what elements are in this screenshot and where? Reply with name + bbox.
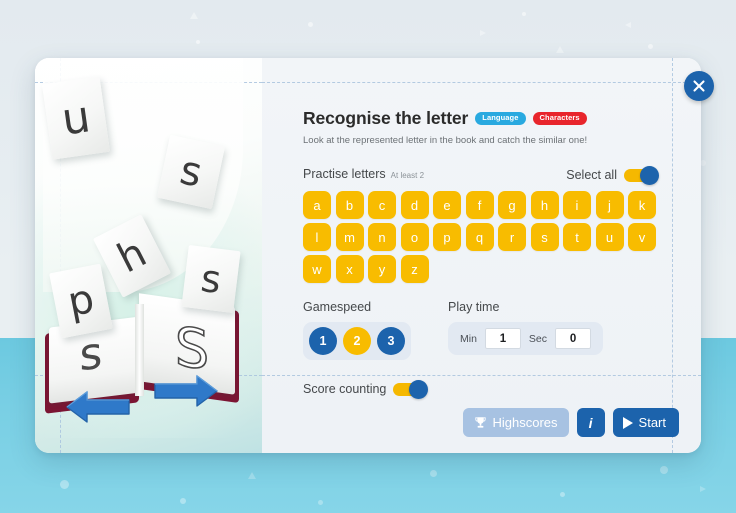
dialog-header: Recognise the letter Language Characters [303,108,685,129]
info-button[interactable]: i [577,408,605,437]
arrow-left-icon[interactable] [65,386,133,428]
panel-guide-line-top [262,82,701,83]
select-all-control[interactable]: Select all [566,168,657,182]
floating-letter-h: h [110,230,153,282]
letter-tile-q[interactable]: q [466,223,494,251]
select-all-toggle[interactable] [624,169,657,182]
start-label: Start [639,415,666,430]
speed-and-time-row: Gamespeed 123 Play time Min Sec [303,300,685,360]
dialog-footer: Highscores i Start [463,408,680,437]
letter-tile-i[interactable]: i [563,191,591,219]
letter-tile-u[interactable]: u [596,223,624,251]
settings-panel: Recognise the letter Language Characters… [262,58,701,453]
letter-tile-g[interactable]: g [498,191,526,219]
close-x-glyph [692,79,706,93]
letter-tile-z[interactable]: z [401,255,429,283]
play-icon [623,417,633,429]
letter-tile-r[interactable]: r [498,223,526,251]
illustration-panel: u s h s S [35,58,262,453]
minutes-label: Min [460,333,477,345]
playtime-label: Play time [448,300,603,314]
letter-tile-d[interactable]: d [401,191,429,219]
score-counting-label: Score counting [303,382,386,396]
book-letter-p: p [64,276,98,326]
gamespeed-option-1[interactable]: 1 [309,327,337,355]
arrow-right-icon[interactable] [151,370,219,412]
letter-tile-a[interactable]: a [303,191,331,219]
letter-tile-w[interactable]: w [303,255,331,283]
badge-characters: Characters [533,112,587,125]
practise-letters-label: Practise letters [303,167,386,181]
select-all-toggle-knob [640,166,659,185]
floating-letter-u: u [59,91,94,145]
floating-letter-s2: s [198,256,223,302]
letter-tile-n[interactable]: n [368,223,396,251]
letter-tile-e[interactable]: e [433,191,461,219]
letter-tile-h[interactable]: h [531,191,559,219]
letter-tile-t[interactable]: t [563,223,591,251]
practise-letters-header: Practise letters At least 2 Select all [303,167,685,181]
letter-grid: abcdefghijk lmnopqrstuv wxyz [303,191,685,283]
letter-tile-b[interactable]: b [336,191,364,219]
floating-letter-card-u: u [42,76,110,159]
highscores-button[interactable]: Highscores [463,408,569,437]
game-settings-dialog: u s h s S [35,58,701,453]
playtime-group: Play time Min Sec [448,300,603,360]
letter-tile-p[interactable]: p [433,223,461,251]
seconds-label: Sec [529,333,547,345]
gamespeed-options: 123 [303,322,411,360]
letter-tile-l[interactable]: l [303,223,331,251]
minutes-input[interactable] [485,328,521,349]
score-counting-toggle-knob [409,380,428,399]
letter-tile-f[interactable]: f [466,191,494,219]
letter-tile-j[interactable]: j [596,191,624,219]
playtime-controls: Min Sec [448,322,603,355]
gamespeed-label: Gamespeed [303,300,411,314]
letter-tile-x[interactable]: x [336,255,364,283]
badge-language: Language [475,112,525,125]
practise-letters-note: At least 2 [391,171,424,181]
gamespeed-option-2[interactable]: 2 [343,327,371,355]
page-title: Recognise the letter [303,108,468,129]
floating-letter-card-s2: s [181,245,240,313]
select-all-label: Select all [566,168,617,182]
letter-tile-v[interactable]: v [628,223,656,251]
highscores-label: Highscores [493,415,558,430]
floating-letter-s1: s [176,147,206,196]
start-button[interactable]: Start [613,408,679,437]
letter-tile-m[interactable]: m [336,223,364,251]
trophy-icon [474,416,487,429]
score-counting-toggle[interactable] [393,383,426,396]
letter-tile-s[interactable]: s [531,223,559,251]
close-icon[interactable] [684,71,714,101]
seconds-input[interactable] [555,328,591,349]
letter-tile-k[interactable]: k [628,191,656,219]
gamespeed-group: Gamespeed 123 [303,300,411,360]
letter-tile-o[interactable]: o [401,223,429,251]
gamespeed-option-3[interactable]: 3 [377,327,405,355]
dialog-subtitle: Look at the represented letter in the bo… [303,135,685,146]
info-label: i [589,415,593,431]
letter-tile-c[interactable]: c [368,191,396,219]
book-spine [135,304,144,396]
letter-tile-y[interactable]: y [368,255,396,283]
score-counting-control[interactable]: Score counting [303,382,685,396]
